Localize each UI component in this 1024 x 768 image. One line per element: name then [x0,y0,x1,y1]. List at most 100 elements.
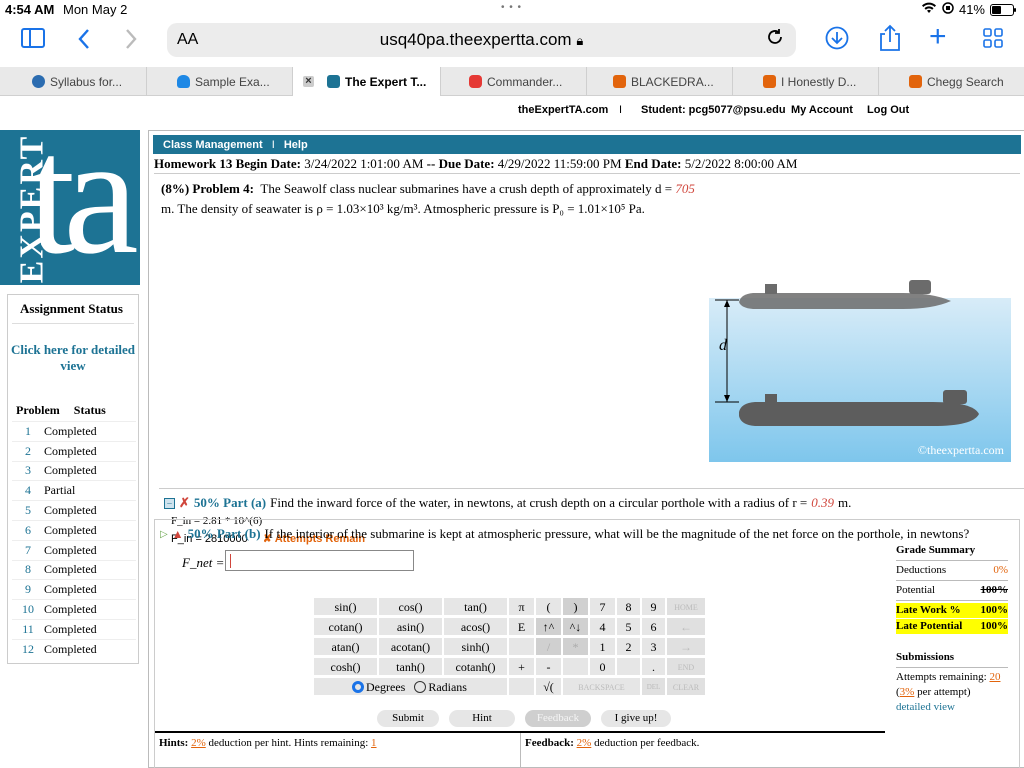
problem-number[interactable]: 11 [12,618,44,640]
sidebar-icon[interactable] [21,28,45,53]
key-del[interactable]: DEL [641,677,666,696]
table-row[interactable]: 9 Completed [12,579,136,600]
key-tanh[interactable]: tanh() [378,657,443,676]
submit-button[interactable]: Submit [377,710,439,727]
problem-number[interactable]: 1 [12,421,44,442]
key-sqrt[interactable]: √( [535,677,562,696]
key-divide[interactable]: / [535,637,562,656]
key-end[interactable]: END [666,657,706,676]
key-minus[interactable]: - [535,657,562,676]
problem-number[interactable]: 9 [12,579,44,600]
expand-icon[interactable]: ▷ [160,529,168,540]
key-cos[interactable]: cos() [378,597,443,616]
download-icon[interactable] [825,26,849,55]
table-row[interactable]: 8 Completed [12,559,136,580]
problem-number[interactable]: 5 [12,500,44,521]
tab-chegg-search[interactable]: Chegg Search [879,67,1024,96]
back-icon[interactable] [77,28,91,55]
problem-number[interactable]: 8 [12,559,44,580]
table-row[interactable]: 5 Completed [12,500,136,521]
key-acotan[interactable]: acotan() [378,637,443,656]
multitasking-dots[interactable]: • • • [501,2,522,13]
tab-honestly[interactable]: I Honestly D... [733,67,879,96]
key-acos[interactable]: acos() [443,617,508,636]
hint-button[interactable]: Hint [449,710,515,727]
table-row[interactable]: 1 Completed [12,421,136,442]
problem-number[interactable]: 7 [12,539,44,561]
key-power[interactable]: ↑^ [535,617,562,636]
key-cotanh[interactable]: cotanh() [443,657,508,676]
key-8[interactable]: 8 [616,597,641,616]
problem-number[interactable]: 12 [12,638,44,660]
share-icon[interactable] [879,24,901,57]
tab-overview-icon[interactable] [983,28,1003,53]
key-7[interactable]: 7 [589,597,616,616]
key-0[interactable]: 0 [589,657,616,676]
problem-number[interactable]: 10 [12,599,44,620]
detailed-view-link[interactable]: Click here for detailed view [8,342,138,374]
grade-detailed-view-link[interactable]: detailed view [896,700,1008,715]
key-sinh[interactable]: sinh() [443,637,508,656]
table-row[interactable]: 3 Completed [12,460,136,481]
collapse-icon[interactable]: – [164,497,175,509]
key-1[interactable]: 1 [589,637,616,656]
key-cosh[interactable]: cosh() [313,657,378,676]
table-row[interactable]: 6 Completed [12,519,136,541]
degrees-radio[interactable] [352,681,364,693]
key-2[interactable]: 2 [616,637,641,656]
table-row[interactable]: 11 Completed [12,618,136,640]
key-multiply[interactable]: * [562,637,589,656]
table-row[interactable]: 10 Completed [12,599,136,620]
table-row[interactable]: 12 Completed [12,638,136,660]
key-6[interactable]: 6 [641,617,666,636]
forward-icon[interactable] [124,28,138,55]
key-tan[interactable]: tan() [443,597,508,616]
key-home[interactable]: HOME [666,597,706,616]
reload-icon[interactable] [766,28,784,52]
feedback-button[interactable]: Feedback [525,710,591,727]
answer-input[interactable] [225,550,414,571]
help-link[interactable]: Help [284,139,308,151]
key-open-paren[interactable]: ( [535,597,562,616]
close-tab-icon[interactable]: × [303,76,314,87]
address-bar[interactable]: AA usq40pa.theexpertta.com 🔒︎ [167,23,796,57]
key-atan[interactable]: atan() [313,637,378,656]
key-9[interactable]: 9 [641,597,666,616]
radians-radio[interactable] [414,681,427,693]
problem-number[interactable]: 3 [12,460,44,481]
key-plus[interactable]: + [508,657,535,676]
table-row[interactable]: 2 Completed [12,440,136,462]
my-account-link[interactable]: My Account [791,104,853,116]
key-cotan[interactable]: cotan() [313,617,378,636]
home-link[interactable]: theExpertTA.com [518,104,608,116]
class-management-link[interactable]: Class Management [163,139,263,151]
table-row[interactable]: 4 Partial [12,480,136,501]
key-backspace[interactable]: BACKSPACE [562,677,641,696]
key-clear[interactable]: CLEAR [666,677,706,696]
problem-number[interactable]: 2 [12,440,44,462]
problem-number[interactable]: 4 [12,480,44,501]
clock: 4:54 AM [5,2,55,17]
tab-commander[interactable]: Commander... [441,67,587,96]
key-sin[interactable]: sin() [313,597,378,616]
key-close-paren[interactable]: ) [562,597,589,616]
key-5[interactable]: 5 [616,617,641,636]
give-up-button[interactable]: I give up! [601,710,671,727]
table-row[interactable]: 7 Completed [12,539,136,561]
key-4[interactable]: 4 [589,617,616,636]
key-3[interactable]: 3 [641,637,666,656]
key-decimal[interactable]: . [641,657,666,676]
key-pi[interactable]: π [508,597,535,616]
key-asin[interactable]: asin() [378,617,443,636]
key-e[interactable]: E [508,617,535,636]
key-right-arrow[interactable]: → [666,637,706,656]
tab-blackedra[interactable]: BLACKEDRA... [587,67,733,96]
key-power-alt[interactable]: ^↓ [562,617,589,636]
log-out-link[interactable]: Log Out [867,104,909,116]
new-tab-icon[interactable]: + [929,22,947,52]
tab-sample-exam[interactable]: Sample Exa... [147,67,293,96]
key-left-arrow[interactable]: ← [666,617,706,636]
tab-syllabus[interactable]: Syllabus for... [0,67,147,96]
problem-number[interactable]: 6 [12,519,44,541]
tab-expert-ta[interactable]: × The Expert T... [293,67,441,96]
